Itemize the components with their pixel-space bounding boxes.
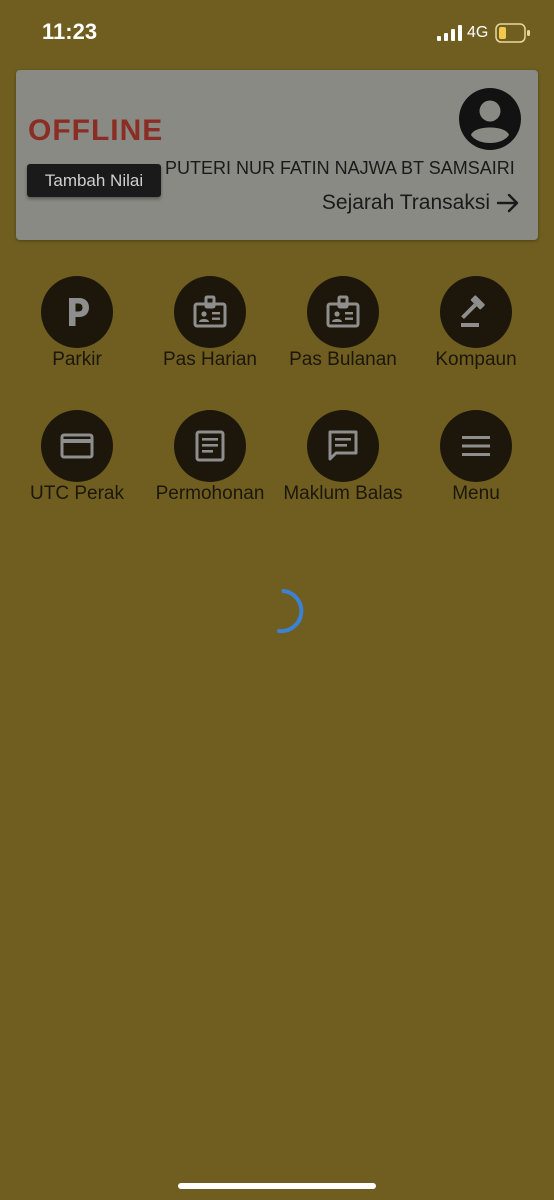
menu-item-label: Pas Bulanan bbox=[289, 349, 397, 370]
user-name: PUTERI NUR FATIN NAJWA BT SAMSAIRI bbox=[165, 158, 515, 178]
loading-spinner bbox=[277, 589, 304, 634]
menu-item-pas-harian[interactable]: Pas Harian bbox=[142, 276, 278, 371]
profile-card: OFFLINE Tambah Nilai PUTERI NUR FATIN NA… bbox=[16, 70, 538, 240]
menu-item-circle bbox=[440, 410, 512, 482]
menu-item-pas-bulanan[interactable]: Pas Bulanan bbox=[275, 276, 411, 371]
menu-item-circle bbox=[307, 276, 379, 348]
menu-item-maklum-balas[interactable]: Maklum Balas bbox=[275, 410, 411, 505]
arrow-right-icon bbox=[496, 193, 519, 213]
status-bar: 11:23 4G bbox=[0, 0, 554, 66]
menu-item-label: Permohonan bbox=[155, 483, 265, 504]
hamburger-menu-icon bbox=[462, 436, 490, 456]
menu-item-label: UTC Perak bbox=[30, 483, 124, 504]
parking-icon bbox=[69, 298, 89, 326]
add-value-button[interactable]: Tambah Nilai bbox=[27, 164, 161, 197]
menu-item-label: Kompaun bbox=[435, 349, 517, 370]
badge-icon bbox=[326, 295, 360, 328]
menu-item-label: Parkir bbox=[52, 349, 102, 370]
home-indicator[interactable] bbox=[178, 1183, 376, 1189]
menu-item-label: Maklum Balas bbox=[283, 483, 403, 504]
menu-item-circle bbox=[174, 410, 246, 482]
menu-item-circle bbox=[174, 276, 246, 348]
menu-item-circle bbox=[440, 276, 512, 348]
menu-item-utc-perak[interactable]: UTC Perak bbox=[9, 410, 145, 505]
account-circle-icon[interactable] bbox=[459, 88, 521, 150]
cellular-signal-icon bbox=[437, 25, 462, 41]
badge-icon bbox=[193, 295, 227, 328]
menu-item-circle bbox=[41, 410, 113, 482]
battery-low-icon bbox=[495, 23, 530, 43]
transaction-history-label: Sejarah Transaksi bbox=[321, 191, 490, 214]
transaction-history-link[interactable]: Sejarah Transaksi bbox=[322, 190, 520, 216]
menu-item-label: Pas Harian bbox=[163, 349, 257, 370]
connection-status-label: OFFLINE bbox=[28, 114, 164, 147]
menu-item-permohonan[interactable]: Permohonan bbox=[142, 410, 278, 505]
menu-item-circle bbox=[307, 410, 379, 482]
menu-item-label: Menu bbox=[452, 483, 500, 504]
menu-item-menu[interactable]: Menu bbox=[408, 410, 544, 505]
status-time: 11:23 bbox=[42, 19, 98, 44]
network-label: 4G bbox=[467, 24, 489, 41]
menu-item-kompaun[interactable]: Kompaun bbox=[408, 276, 544, 371]
credit-card-icon bbox=[60, 433, 94, 459]
menu-item-parkir[interactable]: Parkir bbox=[9, 276, 145, 371]
article-icon bbox=[195, 430, 225, 462]
menu-item-circle bbox=[41, 276, 113, 348]
gavel-icon bbox=[461, 295, 485, 327]
feedback-icon bbox=[328, 430, 358, 461]
